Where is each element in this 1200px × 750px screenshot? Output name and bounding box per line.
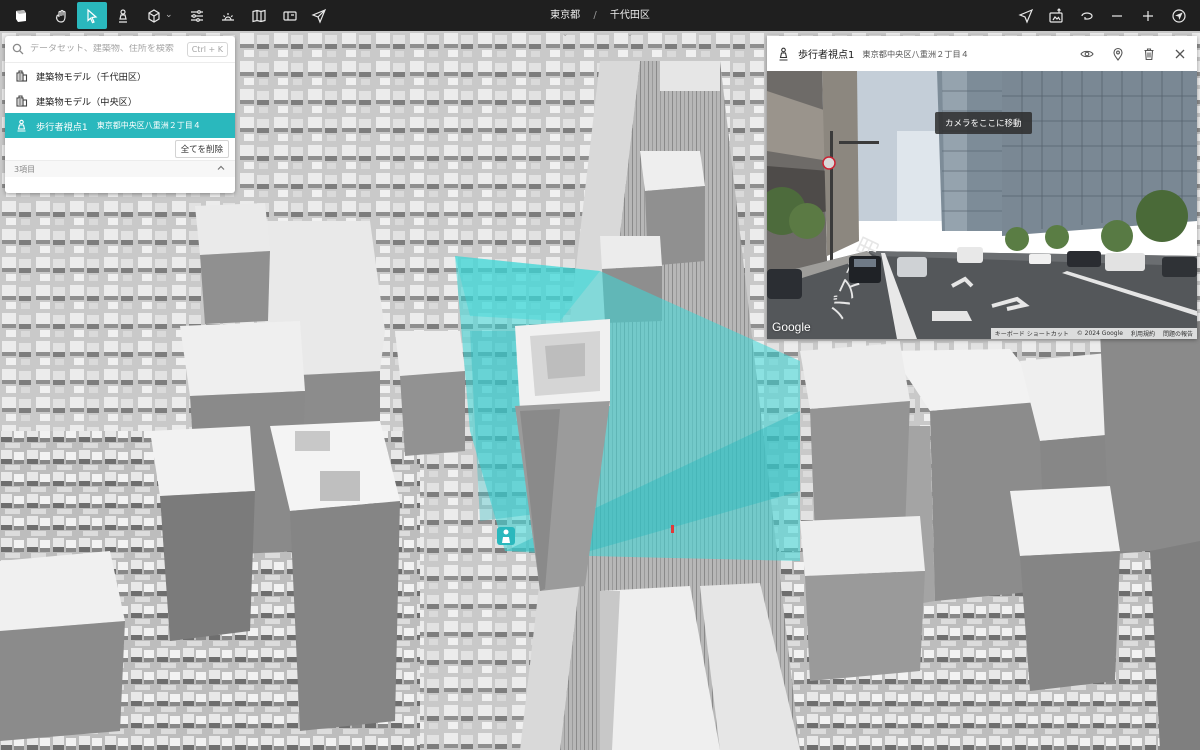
street-view-image[interactable]: バス専用 カメラをここに移動 Google キーボード ショートカット © 20… [767,71,1197,339]
dataset-item-chuo[interactable]: 建築物モデル（中央区） [5,88,235,113]
select-tool-icon[interactable] [77,2,107,29]
google-logo: Google [772,320,811,334]
pedestrian-tool-icon[interactable] [108,2,138,29]
share-icon[interactable] [304,2,334,29]
building-layer-icon [14,94,28,108]
chevron-up-icon[interactable] [216,163,226,175]
search-icon [12,43,24,55]
search-input[interactable] [30,44,187,54]
chevron-down-icon: ⌄ [626,30,633,38]
item-count: 3項目 [14,164,36,174]
compass-icon[interactable] [1164,2,1194,29]
dataset-item-chiyoda[interactable]: 建築物モデル（千代田区） [5,63,235,88]
dataset-item-label: 建築物モデル（中央区） [36,96,138,108]
breadcrumb-prefecture[interactable]: 東京都 ⌄ [550,10,580,38]
breadcrumb-ward[interactable]: 千代田区 ⌄ [610,10,650,38]
search-bar: Ctrl + K [5,36,235,63]
pedestrian-marker-icon[interactable] [497,527,515,545]
layer-settings-icon[interactable] [182,2,212,29]
map-attribution: キーボード ショートカット © 2024 Google 利用規約 問題の報告 [990,328,1197,339]
copyright-text: © 2024 Google [1076,330,1123,337]
trash-icon[interactable] [1142,47,1156,61]
location-pin-icon[interactable] [1111,47,1125,61]
chevron-down-icon: ⌄ [562,30,569,38]
locate-icon[interactable] [1011,2,1041,29]
viewer-actions [1080,47,1187,61]
hand-tool-icon[interactable] [47,2,77,29]
dataset-item-label: 建築物モデル（千代田区） [36,71,147,83]
top-toolbar: ⌄ 東京都 ⌄ / 千代田区 ⌄ [0,0,1200,38]
app-window: ⌄ 東京都 ⌄ / 千代田区 ⌄ データセット、建築物、住所を検索 Ctrl +… [0,0,1200,750]
close-icon[interactable] [1173,47,1187,61]
pedestrian-view-panel: 歩行者視点1 東京都中央区八重洲２丁目４ カメラをここに移動 Google キー… [767,36,1197,339]
viewer-header: 歩行者視点1 東京都中央区八重洲２丁目４ [767,36,1197,71]
zoom-out-icon[interactable] [1102,2,1132,29]
story-icon[interactable] [275,2,305,29]
report-problem-link[interactable]: 問題の報告 [1163,329,1193,338]
app-logo-icon[interactable] [6,2,36,29]
terms-link[interactable]: 利用規約 [1131,329,1155,338]
terrain-upload-icon[interactable] [1041,2,1071,29]
clear-row: 全てを削除 [5,138,235,160]
pedestrian-icon [14,119,28,133]
panel-footer[interactable]: 3項目 [5,160,235,177]
breadcrumb-separator: / [593,10,597,21]
building-layer-icon [14,69,28,83]
zoom-in-icon[interactable] [1133,2,1163,29]
dataset-item-label: 歩行者視点1 [36,121,88,133]
eye-icon[interactable] [1080,47,1094,61]
rotate-camera-icon[interactable] [1072,2,1102,29]
dataset-panel: Ctrl + K 建築物モデル（千代田区） 建築物モデル（中央区） 歩行者視点1… [5,36,235,193]
dataset-item-pedestrian[interactable]: 歩行者視点1 東京都中央区八重洲２丁目４ [5,113,235,138]
chevron-down-icon[interactable]: ⌄ [165,10,173,20]
viewer-title: 歩行者視点1 [798,50,855,61]
shortcut-badge: Ctrl + K [186,41,228,57]
keyboard-shortcuts-link[interactable]: キーボード ショートカット [995,329,1069,338]
move-camera-button[interactable]: カメラをここに移動 [935,112,1032,134]
viewer-address: 東京都中央区八重洲２丁目４ [862,48,969,59]
sun-shadow-icon[interactable] [213,2,243,29]
pedestrian-icon [777,47,790,61]
dataset-item-address: 東京都中央区八重洲２丁目４ [96,121,201,130]
map-icon[interactable] [244,2,274,29]
clear-all-button[interactable]: 全てを削除 [174,140,229,158]
